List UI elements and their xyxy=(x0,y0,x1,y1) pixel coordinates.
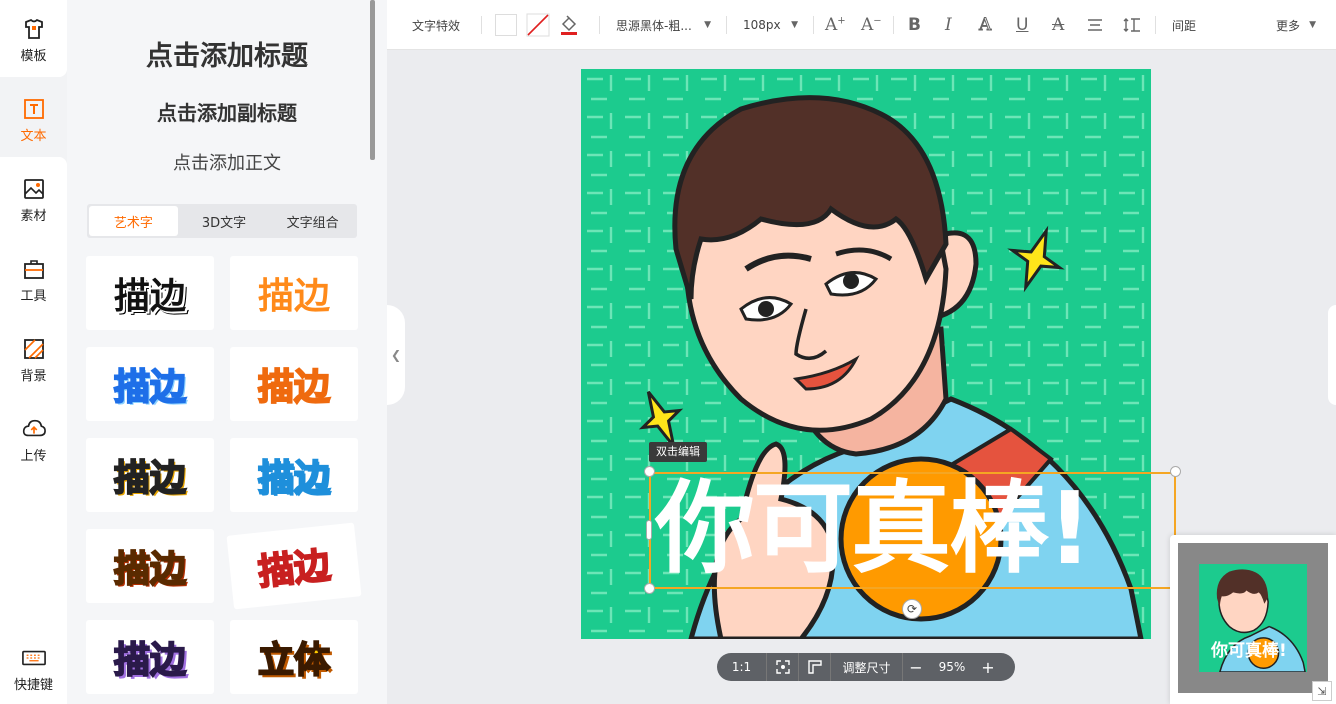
text-outline-icon[interactable]: A xyxy=(978,0,991,50)
nav-item-tools[interactable]: 工具 xyxy=(0,240,67,320)
text-toolbar: 文字特效 思源黑体-粗... ▼ 108px ▼ A+ A− B I A U A xyxy=(387,0,1336,50)
nav-item-background[interactable]: 背景 xyxy=(0,320,67,400)
expand-right-handle[interactable] xyxy=(1328,305,1336,405)
font-size-select[interactable]: 108px ▼ xyxy=(743,0,798,50)
minimap[interactable]: 你可真棒! ⇲ xyxy=(1170,535,1336,704)
chevron-down-icon: ▼ xyxy=(1309,20,1316,30)
more-label: 更多 xyxy=(1276,18,1301,33)
nav-item-template[interactable]: 模板 xyxy=(0,0,67,80)
minimap-headline: 你可真棒! xyxy=(1211,641,1287,661)
template-icon xyxy=(22,17,46,41)
text-icon xyxy=(22,97,46,121)
zoom-out-button[interactable]: − xyxy=(903,653,929,681)
decrease-font-icon[interactable]: A− xyxy=(861,0,882,50)
tab-text-combo[interactable]: 文字组合 xyxy=(268,204,357,238)
italic-icon[interactable]: I xyxy=(945,0,952,50)
art-text-tabs: 艺术字 3D文字 文字组合 xyxy=(87,204,357,238)
background-icon xyxy=(22,337,46,361)
chevron-left-icon: ❮ xyxy=(390,348,402,362)
add-body-button[interactable]: 点击添加正文 xyxy=(67,149,387,175)
toolbar-divider xyxy=(893,16,894,34)
art-text-card[interactable]: 描边 xyxy=(226,522,362,610)
resize-handle[interactable] xyxy=(646,520,652,540)
art-text-card[interactable]: 描边 xyxy=(86,438,214,512)
resize-handle[interactable] xyxy=(644,583,655,594)
art-text-card[interactable]: 描边 xyxy=(86,256,214,330)
chevron-down-icon: ▼ xyxy=(791,20,798,30)
fill-bucket-icon[interactable] xyxy=(559,0,579,50)
app-window: 模板 文本 素材 工具 背景 上传 快捷键 点击添加标题 点击添加副标题 点击添… xyxy=(0,0,1336,704)
rotate-icon[interactable]: ⟳ xyxy=(902,599,922,619)
increase-font-icon[interactable]: A+ xyxy=(825,0,846,50)
text-effect-button[interactable]: 文字特效 xyxy=(412,0,460,50)
toolbar-divider xyxy=(813,16,814,34)
toolbox-icon xyxy=(22,257,46,281)
add-title-button[interactable]: 点击添加标题 xyxy=(67,34,387,73)
chevron-down-icon: ▼ xyxy=(704,20,711,30)
art-text-card[interactable]: 描边 xyxy=(230,347,358,421)
collapse-panel-handle[interactable]: ❮ xyxy=(387,305,405,405)
font-size-value: 108px xyxy=(743,18,781,32)
art-text-card[interactable]: 立体 xyxy=(230,620,358,694)
nav-label-background: 背景 xyxy=(20,368,47,384)
minimap-toggle-icon[interactable]: ⇲ xyxy=(1312,681,1332,701)
double-click-edit-tooltip: 双击编辑 xyxy=(649,442,707,462)
ratio-button[interactable]: 1:1 xyxy=(717,653,767,681)
toolbar-divider xyxy=(1155,16,1156,34)
spacing-button[interactable]: 间距 xyxy=(1172,0,1196,50)
nav-label-template: 模板 xyxy=(20,48,47,64)
stroke-color-swatch[interactable] xyxy=(526,0,550,50)
nav-item-text[interactable]: 文本 xyxy=(0,80,67,160)
toolbar-divider xyxy=(726,16,727,34)
left-nav: 模板 文本 素材 工具 背景 上传 快捷键 xyxy=(0,0,67,704)
upload-icon xyxy=(22,417,46,441)
nav-label-tools: 工具 xyxy=(20,288,47,304)
nav-label-shortcut: 快捷键 xyxy=(13,677,53,693)
zoom-in-button[interactable]: + xyxy=(975,653,1001,681)
underline-icon[interactable]: U xyxy=(1016,0,1028,50)
tab-3d-text[interactable]: 3D文字 xyxy=(180,204,269,238)
material-icon xyxy=(22,177,46,201)
art-text-card[interactable]: 描边 xyxy=(230,256,358,330)
toolbar-divider xyxy=(481,16,482,34)
art-text-card[interactable]: 描边 xyxy=(86,620,214,694)
nav-label-material: 素材 xyxy=(20,208,47,224)
font-family-value: 思源黑体-粗... xyxy=(616,18,692,33)
nav-item-material[interactable]: 素材 xyxy=(0,160,67,240)
text-color-swatch[interactable] xyxy=(495,0,517,50)
fit-screen-icon[interactable] xyxy=(767,653,799,681)
layout-icon[interactable] xyxy=(799,653,831,681)
minimap-poster: 你可真棒! xyxy=(1199,564,1307,672)
text-panel: 点击添加标题 点击添加副标题 点击添加正文 艺术字 3D文字 文字组合 描边 描… xyxy=(67,0,387,704)
headline-text[interactable]: 你可真棒! xyxy=(655,470,1175,588)
art-text-card[interactable]: 描边 xyxy=(230,438,358,512)
zoom-bar: 1:1 调整尺寸 − 95% + xyxy=(717,653,1015,681)
nav-item-upload[interactable]: 上传 xyxy=(0,400,67,480)
nav-label-text: 文本 xyxy=(20,128,47,144)
art-text-card[interactable]: 描边 xyxy=(86,529,214,603)
bold-icon[interactable]: B xyxy=(908,0,921,50)
panel-scrollbar[interactable] xyxy=(370,0,375,160)
align-icon[interactable] xyxy=(1087,0,1103,50)
tab-art-text[interactable]: 艺术字 xyxy=(89,206,178,236)
strikethrough-icon[interactable]: A xyxy=(1052,0,1064,50)
keyboard-icon xyxy=(21,646,46,670)
add-subtitle-button[interactable]: 点击添加副标题 xyxy=(67,97,387,126)
more-button[interactable]: 更多 ▼ xyxy=(1276,0,1316,50)
art-text-card[interactable]: 描边 xyxy=(86,347,214,421)
font-family-select[interactable]: 思源黑体-粗... ▼ xyxy=(616,0,711,50)
nav-item-shortcut[interactable]: 快捷键 xyxy=(0,634,67,704)
line-height-icon[interactable] xyxy=(1123,0,1141,50)
zoom-level: 95% xyxy=(938,660,966,674)
resize-handle[interactable] xyxy=(644,466,655,477)
toolbar-divider xyxy=(599,16,600,34)
resize-canvas-button[interactable]: 调整尺寸 xyxy=(831,653,903,681)
nav-label-upload: 上传 xyxy=(20,448,47,464)
